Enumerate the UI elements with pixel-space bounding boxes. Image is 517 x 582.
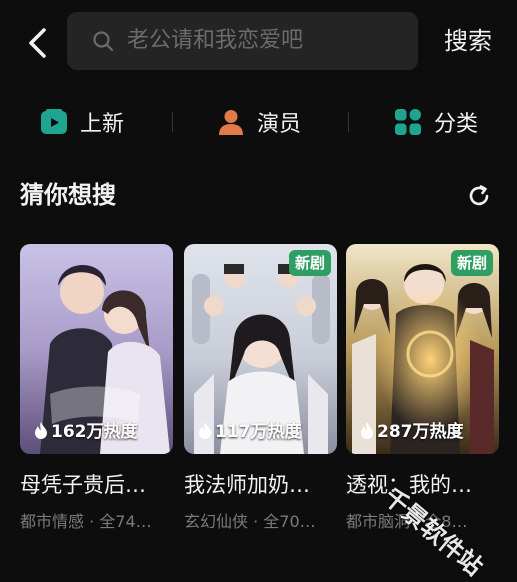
heat-text: 162万热度 (51, 422, 138, 442)
card-meta: 都市情感 · 全74… (20, 512, 152, 531)
category-actor[interactable]: 演员 (217, 100, 301, 144)
category-new[interactable]: 上新 (40, 100, 124, 144)
top-bar: 老公请和我恋爱吧 搜索 (0, 0, 517, 82)
search-placeholder: 老公请和我恋爱吧 (127, 28, 304, 53)
card-title[interactable]: 母凭子贵后… (20, 470, 173, 500)
heat-count: 117万热度 (198, 417, 302, 442)
drama-card[interactable]: 新剧 287万热度 透视：我的… 都市脑洞 · 全8… (346, 244, 499, 540)
drama-card[interactable]: 162万热度 母凭子贵后… 都市情感 · 全74… (20, 244, 173, 540)
search-input[interactable]: 老公请和我恋爱吧 (67, 12, 418, 70)
poster-image[interactable]: 新剧 287万热度 (346, 244, 499, 454)
card-title[interactable]: 透视：我的… (346, 470, 499, 500)
category-classify[interactable]: 分类 (394, 100, 478, 144)
heat-text: 117万热度 (215, 422, 302, 442)
category-actor-label: 演员 (257, 112, 302, 137)
refresh-icon[interactable] (466, 183, 492, 209)
play-tv-icon (40, 108, 68, 136)
heat-text: 287万热度 (377, 422, 464, 442)
category-new-label: 上新 (80, 112, 125, 137)
divider (348, 112, 349, 132)
search-button[interactable]: 搜索 (444, 24, 492, 58)
drama-card[interactable]: 新剧 117万热度 我法师加奶… 玄幻仙侠 · 全70… (184, 244, 337, 540)
card-meta: 玄幻仙侠 · 全70… (184, 512, 316, 531)
grid-icon (394, 108, 422, 136)
divider (172, 112, 173, 132)
card-title[interactable]: 我法师加奶… (184, 470, 337, 500)
person-icon (217, 108, 245, 136)
category-row: 上新 演员 分类 (0, 100, 517, 144)
heat-count: 287万热度 (360, 417, 464, 442)
heat-count: 162万热度 (34, 417, 138, 442)
back-icon[interactable] (24, 26, 54, 60)
new-badge: 新剧 (450, 250, 493, 276)
poster-image[interactable]: 162万热度 (20, 244, 173, 454)
section-title: 猜你想搜 (20, 181, 116, 209)
poster-image[interactable]: 新剧 117万热度 (184, 244, 337, 454)
category-classify-label: 分类 (434, 112, 479, 137)
new-badge: 新剧 (288, 250, 331, 276)
search-icon (92, 30, 114, 52)
